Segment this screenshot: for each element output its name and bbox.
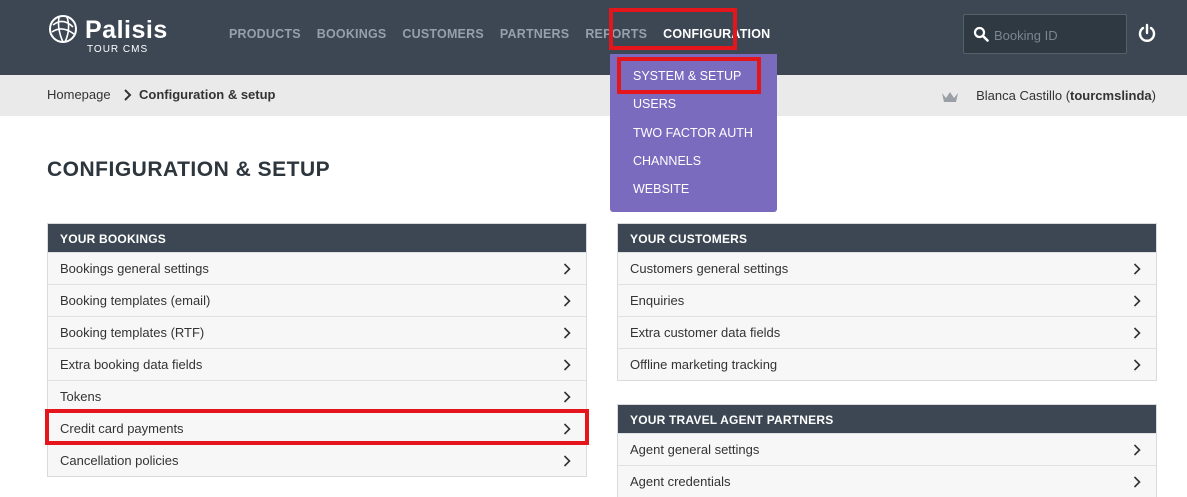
booking-search <box>963 14 1127 54</box>
list-item-booking-templates-email[interactable]: Booking templates (email) <box>48 284 586 316</box>
list-item-bookings-general-settings[interactable]: Bookings general settings <box>48 252 586 284</box>
list-item-label: Bookings general settings <box>60 261 209 276</box>
list-item-cancellation-policies[interactable]: Cancellation policies <box>48 444 586 476</box>
panel-title: YOUR CUSTOMERS <box>618 224 1156 252</box>
chevron-right-icon <box>563 391 571 403</box>
chevron-right-icon <box>124 89 132 101</box>
panel-your-customers: YOUR CUSTOMERS Customers general setting… <box>617 223 1157 381</box>
user-info[interactable]: Blanca Castillo (tourcmslinda) <box>976 88 1156 103</box>
highlight-configuration <box>609 8 737 50</box>
list-item-label: Cancellation policies <box>60 453 179 468</box>
user-name: Blanca Castillo <box>976 88 1063 103</box>
chevron-right-icon <box>563 455 571 467</box>
breadcrumb-current: Configuration & setup <box>139 87 276 102</box>
list-item-label: Enquiries <box>630 293 685 308</box>
list-item-agent-general-settings[interactable]: Agent general settings <box>618 433 1156 465</box>
page-title: CONFIGURATION & SETUP <box>47 158 331 181</box>
search-icon <box>973 26 989 42</box>
nav-partners[interactable]: PARTNERS <box>500 27 569 41</box>
list-item-label: Customers general settings <box>630 261 789 276</box>
list-item-extra-booking-data-fields[interactable]: Extra booking data fields <box>48 348 586 380</box>
breadcrumb-home[interactable]: Homepage <box>47 87 111 102</box>
menu-item-website[interactable]: WEBSITE <box>633 182 689 196</box>
list-item-label: Agent general settings <box>630 442 760 457</box>
list-item-label: Tokens <box>60 389 102 404</box>
menu-item-users[interactable]: USERS <box>633 97 676 111</box>
chevron-right-icon <box>563 359 571 371</box>
list-item-label: Agent credentials <box>630 474 731 489</box>
list-item-enquiries[interactable]: Enquiries <box>618 284 1156 316</box>
brand-subtitle: TOUR CMS <box>87 44 149 55</box>
nav-products[interactable]: PRODUCTS <box>229 27 301 41</box>
list-item-label: Offline marketing tracking <box>630 357 778 372</box>
chevron-right-icon <box>1133 327 1141 339</box>
brand-name: Palisis <box>85 16 168 44</box>
breadcrumb: Homepage Configuration & setup Blanca Ca… <box>0 75 1187 116</box>
list-item-label: Booking templates (RTF) <box>60 325 205 340</box>
list-item-booking-templates-rtf[interactable]: Booking templates (RTF) <box>48 316 586 348</box>
list-item-label: Extra booking data fields <box>60 357 203 372</box>
globe-logo-icon <box>49 15 77 43</box>
chevron-right-icon <box>1133 263 1141 275</box>
list-item-label: Extra customer data fields <box>630 325 781 340</box>
chevron-right-icon <box>1133 295 1141 307</box>
highlight-system-setup <box>617 57 761 94</box>
panel-title: YOUR BOOKINGS <box>48 224 586 252</box>
list-item-extra-customer-data-fields[interactable]: Extra customer data fields <box>618 316 1156 348</box>
chevron-right-icon <box>1133 444 1141 456</box>
crown-icon <box>942 92 958 102</box>
highlight-credit-card-payments <box>45 409 589 445</box>
chevron-right-icon <box>1133 359 1141 371</box>
nav-bookings[interactable]: BOOKINGS <box>317 27 387 41</box>
power-icon[interactable] <box>1137 23 1157 43</box>
chevron-right-icon <box>563 295 571 307</box>
list-item-customers-general-settings[interactable]: Customers general settings <box>618 252 1156 284</box>
user-username: tourcmslinda <box>1070 88 1152 103</box>
top-navigation-bar: Palisis TOUR CMS PRODUCTS BOOKINGS CUSTO… <box>0 0 1187 75</box>
panel-your-travel-agent-partners: YOUR TRAVEL AGENT PARTNERS Agent general… <box>617 404 1157 497</box>
list-item-tokens[interactable]: Tokens <box>48 380 586 412</box>
booking-id-input[interactable] <box>994 23 1119 47</box>
chevron-right-icon <box>563 263 571 275</box>
nav-customers[interactable]: CUSTOMERS <box>402 27 483 41</box>
chevron-right-icon <box>1133 476 1141 488</box>
list-item-offline-marketing-tracking[interactable]: Offline marketing tracking <box>618 348 1156 380</box>
menu-item-two-factor-auth[interactable]: TWO FACTOR AUTH <box>633 126 753 140</box>
list-item-label: Booking templates (email) <box>60 293 211 308</box>
menu-item-channels[interactable]: CHANNELS <box>633 154 701 168</box>
panel-title: YOUR TRAVEL AGENT PARTNERS <box>618 405 1156 433</box>
chevron-right-icon <box>563 327 571 339</box>
list-item-agent-credentials[interactable]: Agent credentials <box>618 465 1156 497</box>
